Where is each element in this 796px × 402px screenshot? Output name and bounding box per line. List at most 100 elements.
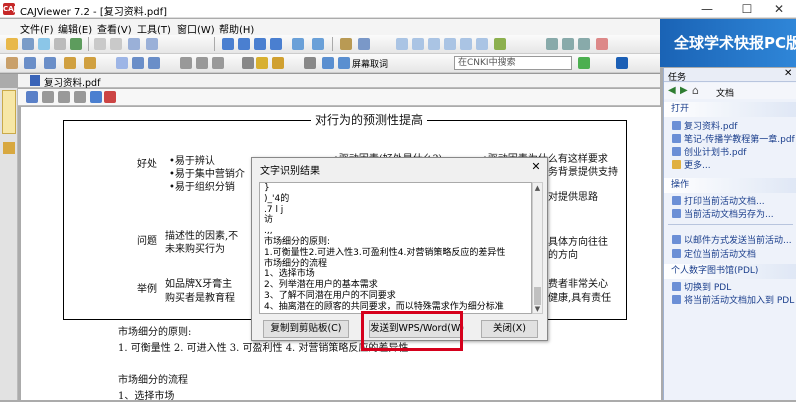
menu-help[interactable]: 帮助(H) (219, 21, 254, 36)
bookmark-icon[interactable] (196, 57, 208, 69)
copy-to-clipboard-button[interactable]: 复制到剪贴板(C) (263, 320, 349, 338)
ocr-line: 市场细分的原则: (264, 236, 331, 247)
switch-pdl-link[interactable]: 切换到 PDL (672, 280, 731, 293)
document-tab[interactable]: 复习资料.pdf (44, 75, 100, 89)
image-select-icon[interactable] (44, 57, 56, 69)
back-icon[interactable]: ◀ (668, 85, 676, 96)
open-file-label: 复习资料.pdf (684, 122, 738, 132)
redo-icon[interactable] (146, 38, 158, 50)
continuous-icon[interactable] (412, 38, 424, 50)
menu-window[interactable]: 窗口(W) (177, 21, 215, 36)
menu-file[interactable]: 文件(F) (20, 21, 54, 36)
zoom-out-icon[interactable] (546, 38, 558, 50)
last-page-icon[interactable] (270, 38, 282, 50)
more-link[interactable]: 更多... (672, 158, 711, 171)
zoom-in-icon[interactable] (562, 38, 574, 50)
document-tab-bar: 复习资料.pdf (18, 74, 660, 89)
rotate-icon[interactable] (494, 38, 506, 50)
fit-page-icon[interactable] (460, 38, 472, 50)
cnki-search-input[interactable]: 在CNKI中搜索 (454, 56, 572, 70)
print-doc-link[interactable]: 打印当前活动文档... (672, 194, 765, 207)
zoom-icon[interactable] (578, 38, 590, 50)
doc-save-icon[interactable] (26, 91, 38, 103)
note-icon[interactable] (180, 57, 192, 69)
menu-edit[interactable]: 编辑(E) (58, 21, 92, 36)
open-file-link[interactable]: 创业计划书.pdf (672, 145, 746, 158)
dialog-close-button[interactable]: 关闭(X) (481, 320, 538, 338)
word-grab-label[interactable]: 屏幕取词 (352, 57, 388, 70)
home-icon[interactable]: ⌂ (692, 84, 699, 97)
preview-icon[interactable] (54, 38, 66, 50)
doc-copy-icon[interactable] (74, 91, 86, 103)
add-to-pdl-link[interactable]: 将当前活动文档加入到 PDL (672, 293, 794, 306)
print-icon[interactable] (38, 38, 50, 50)
menu-view[interactable]: 查看(V) (97, 21, 132, 36)
fullscreen-icon[interactable] (596, 38, 608, 50)
pdf-icon (30, 75, 40, 86)
open-file-label: 创业计划书.pdf (684, 148, 747, 158)
close-button[interactable]: ✕ (762, 0, 796, 18)
save-as-link[interactable]: 当前活动文档另存为... (672, 207, 774, 220)
highlight-box (361, 311, 463, 351)
copy-icon[interactable] (110, 38, 122, 50)
next-page-icon[interactable] (254, 38, 266, 50)
toolbar-separator (332, 37, 333, 51)
word-grab-icon[interactable] (338, 57, 350, 69)
menu-tools[interactable]: 工具(T) (137, 21, 171, 36)
scroll-down-icon[interactable]: ▼ (534, 305, 541, 313)
pointer-icon[interactable] (6, 57, 18, 69)
open-file-link[interactable]: 复习资料.pdf (672, 119, 737, 132)
dialog-close-icon[interactable]: ✕ (528, 160, 544, 174)
ocr-icon[interactable] (242, 57, 254, 69)
single-page-icon[interactable] (396, 38, 408, 50)
forward-icon[interactable]: ▶ (680, 85, 688, 96)
two-page-icon[interactable] (428, 38, 440, 50)
cut-icon[interactable] (94, 38, 106, 50)
undo-icon[interactable] (128, 38, 140, 50)
copy-text-icon[interactable] (322, 57, 334, 69)
text-recognition-icon[interactable] (256, 57, 268, 69)
directory-tab[interactable] (2, 90, 16, 134)
back-icon[interactable] (292, 38, 304, 50)
fragment: 费者非常关心 (548, 279, 608, 290)
actual-size-icon[interactable] (476, 38, 488, 50)
ocr-line: 3、了解不同潜在用户的不同要求 (264, 290, 396, 301)
prev-page-icon[interactable] (238, 38, 250, 50)
hand-icon[interactable] (340, 38, 352, 50)
doc-word-icon[interactable] (90, 91, 102, 103)
highlight-icon[interactable] (64, 57, 76, 69)
minimize-button[interactable]: — (690, 0, 724, 18)
text-select-icon[interactable] (24, 57, 36, 69)
help-icon[interactable] (616, 57, 628, 69)
maximize-button[interactable]: ☐ (730, 0, 764, 18)
save-icon[interactable] (22, 38, 34, 50)
email-icon[interactable] (70, 38, 82, 50)
task-pane-close-icon[interactable]: ✕ (784, 68, 792, 79)
doc-print-icon[interactable] (42, 91, 54, 103)
link-icon[interactable] (212, 57, 224, 69)
ocr-text-area[interactable]: } )_'4的 .7 l j 访 .,, 市场细分的原则: 1.可衡量性2.可进… (259, 182, 532, 314)
pen-icon[interactable] (116, 57, 128, 69)
line-icon[interactable] (132, 57, 144, 69)
doc-close-icon[interactable] (104, 91, 116, 103)
promo-banner[interactable]: 全球学术快报PC版 (660, 19, 796, 67)
open-file-link[interactable]: 笔记-传播学教程第一章.pdf (672, 132, 795, 145)
select-icon[interactable] (358, 38, 370, 50)
dialog-scrollbar[interactable]: ▲ ▼ (532, 182, 543, 314)
annotation-tab-icon[interactable] (3, 142, 15, 154)
first-page-icon[interactable] (222, 38, 234, 50)
fit-width-icon[interactable] (444, 38, 456, 50)
stamp-icon[interactable] (272, 57, 284, 69)
email-doc-link[interactable]: 以邮件方式发送当前活动... (672, 233, 792, 246)
search-doc-icon[interactable] (304, 57, 316, 69)
underline-icon[interactable] (84, 57, 96, 69)
forward-icon[interactable] (312, 38, 324, 50)
search-go-icon[interactable] (578, 57, 590, 69)
switch-pdl-label: 切换到 PDL (684, 283, 732, 293)
locate-doc-link[interactable]: 定位当前活动文档 (672, 247, 756, 260)
open-icon[interactable] (6, 38, 18, 50)
doc-preview-icon[interactable] (58, 91, 70, 103)
rect-icon[interactable] (148, 57, 160, 69)
scroll-thumb[interactable] (534, 287, 541, 305)
scroll-up-icon[interactable]: ▲ (534, 184, 541, 192)
